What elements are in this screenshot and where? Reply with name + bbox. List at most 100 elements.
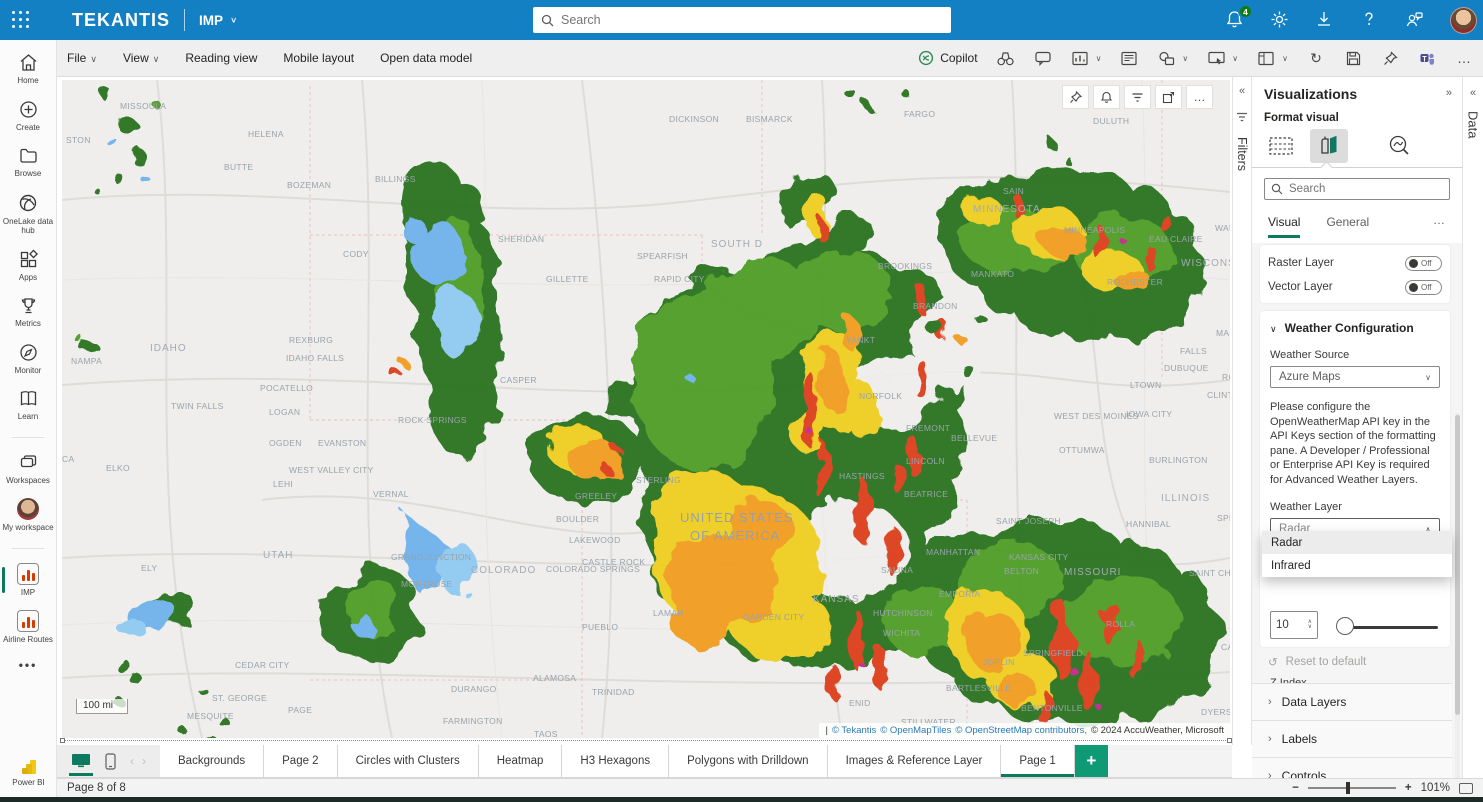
collapse-pane-icon[interactable]: » [1446,87,1452,99]
panel-scrollbar[interactable] [1455,413,1460,779]
help-button[interactable] [1360,10,1380,30]
zoom-slider[interactable] [1308,787,1396,789]
format-search-input[interactable] [1289,183,1443,195]
web-view-button[interactable] [71,753,91,769]
dropdown-option[interactable]: Radar [1262,531,1452,554]
attribution-link[interactable]: © OpenStreetMap contributors, [955,725,1087,736]
sidebar-item-imp[interactable]: IMP [0,563,57,598]
zoom-slider-thumb[interactable] [1346,782,1350,794]
shapes-button[interactable] [1157,49,1175,67]
map-visual[interactable]: STONMISSOULAHELENABUTTEBOZEMANBILLINGSSH… [62,80,1230,738]
focus-mode-button[interactable] [1156,86,1181,108]
feedback-button[interactable] [1405,10,1425,30]
sidebar-item-airline-routes[interactable]: Airline Routes [0,610,57,645]
settings-button[interactable] [1270,10,1290,30]
more-nav-button[interactable]: ••• [19,658,38,672]
text-box-button[interactable] [1120,49,1138,67]
copilot-button[interactable]: Copilot [918,50,977,66]
user-avatar[interactable] [1450,7,1477,34]
app-logo[interactable]: TEKANTIS [72,10,170,31]
page-tab[interactable]: Polygons with Drilldown [669,745,827,777]
menu-open-data-model[interactable]: Open data model [380,51,472,65]
waffle-menu-icon[interactable] [12,11,30,29]
refresh-button[interactable]: ↻ [1307,49,1325,67]
zoom-out-button[interactable]: − [1292,782,1299,794]
alert-button[interactable] [1094,86,1119,108]
page-tab[interactable]: Images & Reference Layer [828,745,1002,777]
page-tab[interactable]: Backgrounds [160,745,264,777]
sidebar-item-browse[interactable]: Browse [0,145,57,179]
prev-page-button[interactable]: ‹ [130,754,134,768]
view-mode-button[interactable] [1207,49,1225,67]
menu-file[interactable]: File∨ [67,51,97,65]
resize-handle[interactable] [60,738,65,743]
workspace-switcher[interactable]: IMP [199,13,223,28]
page-tab[interactable]: Page 1 [1001,745,1074,777]
opacity-slider-knob[interactable] [1336,617,1354,635]
menu-view[interactable]: View∨ [123,51,159,65]
chevron-down-icon[interactable]: ∨ [230,16,237,25]
format-settings-scroll[interactable]: Raster Layer Off Vector Layer Off ∨Weath… [1252,243,1462,779]
page-layout-button[interactable] [1257,49,1275,67]
data-pane-collapsed[interactable]: « Data [1462,77,1483,802]
weather-source-select[interactable]: Azure Maps ∨ [1270,366,1440,388]
notifications-button[interactable]: 4 [1225,10,1245,30]
attribution-link[interactable]: © OpenMapTiles [880,725,951,736]
toggle-switch[interactable]: Off [1405,280,1442,295]
weather-config-header[interactable]: ∨Weather Configuration [1270,321,1440,335]
tab-general[interactable]: General [1326,215,1369,238]
page-tab[interactable]: Page 2 [264,745,337,777]
toggle-switch[interactable]: Off [1405,256,1442,271]
pin-button[interactable] [1381,49,1399,67]
stepper-arrows[interactable]: ∧∨ [1308,620,1312,630]
opacity-stepper[interactable]: 10 ∧∨ [1270,611,1318,639]
zoom-in-button[interactable]: + [1405,782,1412,794]
fields-tab-icon[interactable] [1262,129,1300,163]
visual-more-options-button[interactable]: … [1187,86,1212,108]
save-button[interactable] [1344,49,1362,67]
sidebar-item-create[interactable]: Create [0,99,57,133]
sidebar-item-monitor[interactable]: Monitor [0,342,57,376]
sidebar-item-metrics[interactable]: Metrics [0,295,57,329]
page-tab[interactable]: Circles with Clusters [338,745,479,777]
fit-to-page-button[interactable] [1459,783,1473,794]
pin-visual-button[interactable] [1063,86,1088,108]
expand-filters-icon[interactable]: « [1239,85,1245,97]
sidebar-item-workspaces[interactable]: Workspaces [0,452,57,486]
opacity-slider-track[interactable] [1342,626,1438,629]
sidebar-item-apps[interactable]: Apps [0,249,57,283]
global-search[interactable] [533,7,951,33]
chevron-down-icon[interactable]: ∨ [1232,54,1238,63]
find-button[interactable] [997,49,1015,67]
chevron-down-icon[interactable]: ∨ [1182,54,1188,63]
filters-pane-collapsed[interactable]: « Filters [1232,77,1252,745]
sidebar-item-home[interactable]: Home [0,52,57,86]
filter-visual-button[interactable] [1125,86,1150,108]
sidebar-item-my-workspace[interactable]: My workspace [0,498,57,533]
format-more-options[interactable]: … [1433,213,1446,227]
next-page-button[interactable]: › [142,754,146,768]
format-tab-icon-selected[interactable] [1310,129,1348,163]
chevron-down-icon[interactable]: ∨ [1282,54,1288,63]
page-tab[interactable]: Heatmap [479,745,563,777]
comment-button[interactable] [1034,49,1052,67]
mobile-view-button[interactable] [105,753,116,770]
add-page-button[interactable]: + [1075,745,1108,777]
tab-visual[interactable]: Visual [1268,215,1300,238]
format-section-row[interactable]: › Labels [1252,720,1452,757]
sidebar-item-learn[interactable]: Learn [0,388,57,422]
page-tab[interactable]: H3 Hexagons [562,745,669,777]
format-section-row[interactable]: › Controls [1252,757,1452,779]
add-visual-button[interactable] [1071,49,1089,67]
sidebar-item-onelake[interactable]: OneLake data hub [0,192,57,236]
chevron-down-icon[interactable]: ∨ [1096,54,1102,63]
reset-to-default[interactable]: ↺ Reset to default [1268,655,1366,669]
search-input[interactable] [561,13,943,27]
analytics-tab-icon[interactable] [1380,129,1418,163]
share-teams-button[interactable] [1418,49,1436,67]
attribution-link[interactable]: © Tekantis [832,725,876,736]
powerbi-footer[interactable]: Power BI [0,758,57,787]
scrollbar-thumb[interactable] [1455,415,1460,715]
menu-mobile-layout[interactable]: Mobile layout [283,51,354,65]
more-options-button[interactable]: … [1455,49,1473,67]
